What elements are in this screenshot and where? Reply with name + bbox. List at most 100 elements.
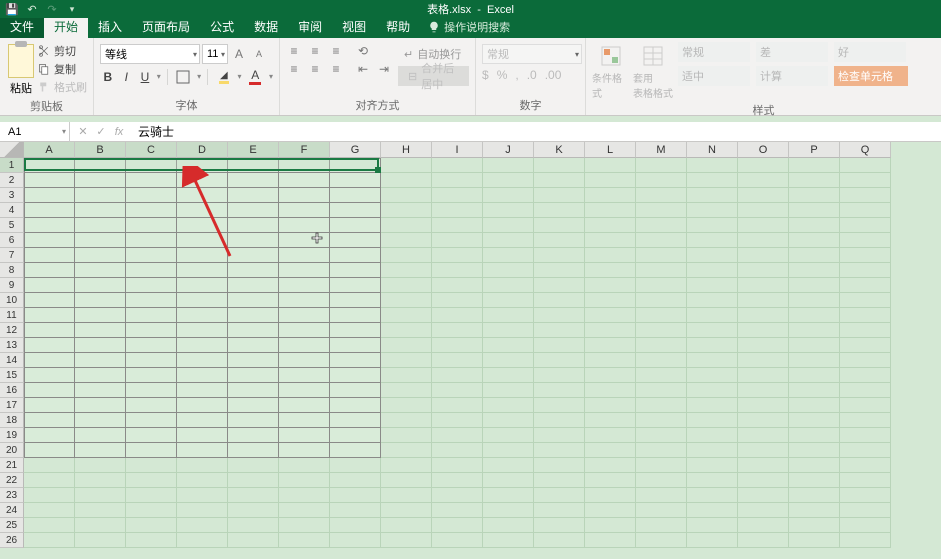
cell[interactable]	[279, 188, 330, 203]
cell[interactable]	[636, 338, 687, 353]
qat-dropdown-icon[interactable]: ▾	[64, 1, 80, 17]
cell[interactable]	[534, 473, 585, 488]
cell[interactable]	[636, 443, 687, 458]
cell[interactable]	[534, 443, 585, 458]
cell[interactable]	[381, 173, 432, 188]
cell[interactable]	[228, 428, 279, 443]
cell[interactable]	[279, 293, 330, 308]
cell[interactable]	[381, 353, 432, 368]
cell[interactable]	[534, 458, 585, 473]
cell[interactable]	[75, 263, 126, 278]
cell[interactable]	[585, 203, 636, 218]
cell[interactable]	[75, 293, 126, 308]
col-header-L[interactable]: L	[585, 142, 636, 158]
row-header-23[interactable]: 23	[0, 488, 24, 503]
cell[interactable]	[126, 443, 177, 458]
cell[interactable]	[75, 368, 126, 383]
cell[interactable]	[585, 173, 636, 188]
cell[interactable]	[432, 458, 483, 473]
cell[interactable]	[636, 158, 687, 173]
cell[interactable]	[126, 458, 177, 473]
cell[interactable]	[534, 383, 585, 398]
cell[interactable]	[177, 503, 228, 518]
cell[interactable]	[279, 503, 330, 518]
paste-button[interactable]: 粘贴	[6, 40, 38, 96]
cell[interactable]	[177, 233, 228, 248]
cell[interactable]	[228, 173, 279, 188]
cell[interactable]	[636, 323, 687, 338]
cell[interactable]	[585, 413, 636, 428]
cell[interactable]	[534, 488, 585, 503]
cell[interactable]	[585, 308, 636, 323]
cell[interactable]	[330, 533, 381, 548]
cell[interactable]	[126, 218, 177, 233]
cell[interactable]	[75, 278, 126, 293]
cell[interactable]	[381, 233, 432, 248]
cell[interactable]	[24, 263, 75, 278]
row-header-15[interactable]: 15	[0, 368, 24, 383]
cell[interactable]	[381, 188, 432, 203]
cell[interactable]	[687, 233, 738, 248]
cell[interactable]	[279, 413, 330, 428]
cell[interactable]	[483, 533, 534, 548]
cell[interactable]	[789, 413, 840, 428]
cell[interactable]	[585, 248, 636, 263]
cell[interactable]	[483, 338, 534, 353]
cell[interactable]	[279, 203, 330, 218]
cell[interactable]	[534, 233, 585, 248]
number-format-combo[interactable]: 常规▾	[482, 44, 582, 64]
cell[interactable]	[789, 158, 840, 173]
cell[interactable]	[330, 293, 381, 308]
format-as-table-button[interactable]: 套用 表格格式	[634, 44, 672, 100]
cell[interactable]	[585, 323, 636, 338]
fx-icon[interactable]: fx	[112, 126, 126, 138]
row-header-24[interactable]: 24	[0, 503, 24, 518]
cell[interactable]	[483, 173, 534, 188]
cell[interactable]	[738, 248, 789, 263]
cell[interactable]	[534, 503, 585, 518]
tab-home[interactable]: 开始	[44, 15, 88, 38]
chevron-down-icon[interactable]: ▾	[157, 72, 161, 81]
cell[interactable]	[840, 353, 891, 368]
cell[interactable]	[432, 173, 483, 188]
cell[interactable]	[279, 428, 330, 443]
currency-icon[interactable]: $	[482, 68, 489, 82]
cell[interactable]	[636, 368, 687, 383]
cell[interactable]	[75, 353, 126, 368]
cell[interactable]	[381, 473, 432, 488]
cell[interactable]	[279, 338, 330, 353]
cell[interactable]	[483, 488, 534, 503]
cell[interactable]	[585, 383, 636, 398]
cell[interactable]	[840, 233, 891, 248]
cell[interactable]	[534, 398, 585, 413]
cell[interactable]	[24, 518, 75, 533]
cell[interactable]	[24, 353, 75, 368]
cell[interactable]	[789, 323, 840, 338]
cell[interactable]	[279, 473, 330, 488]
cell[interactable]	[330, 353, 381, 368]
cell[interactable]	[330, 248, 381, 263]
cell[interactable]	[330, 338, 381, 353]
cell[interactable]	[228, 458, 279, 473]
cell[interactable]	[840, 293, 891, 308]
cell[interactable]	[24, 218, 75, 233]
cell[interactable]	[738, 518, 789, 533]
cell[interactable]	[636, 533, 687, 548]
cell[interactable]	[840, 158, 891, 173]
cell[interactable]	[432, 353, 483, 368]
cell[interactable]	[789, 188, 840, 203]
cell[interactable]	[840, 173, 891, 188]
cell[interactable]	[126, 503, 177, 518]
cell[interactable]	[687, 533, 738, 548]
cell[interactable]	[432, 488, 483, 503]
row-header-8[interactable]: 8	[0, 263, 24, 278]
cancel-icon[interactable]: ✕	[76, 125, 90, 138]
cell[interactable]	[279, 158, 330, 173]
cell[interactable]	[279, 278, 330, 293]
cell[interactable]	[432, 323, 483, 338]
cell[interactable]	[177, 458, 228, 473]
cell[interactable]	[840, 278, 891, 293]
cell[interactable]	[636, 308, 687, 323]
cell[interactable]	[381, 323, 432, 338]
cell[interactable]	[330, 188, 381, 203]
